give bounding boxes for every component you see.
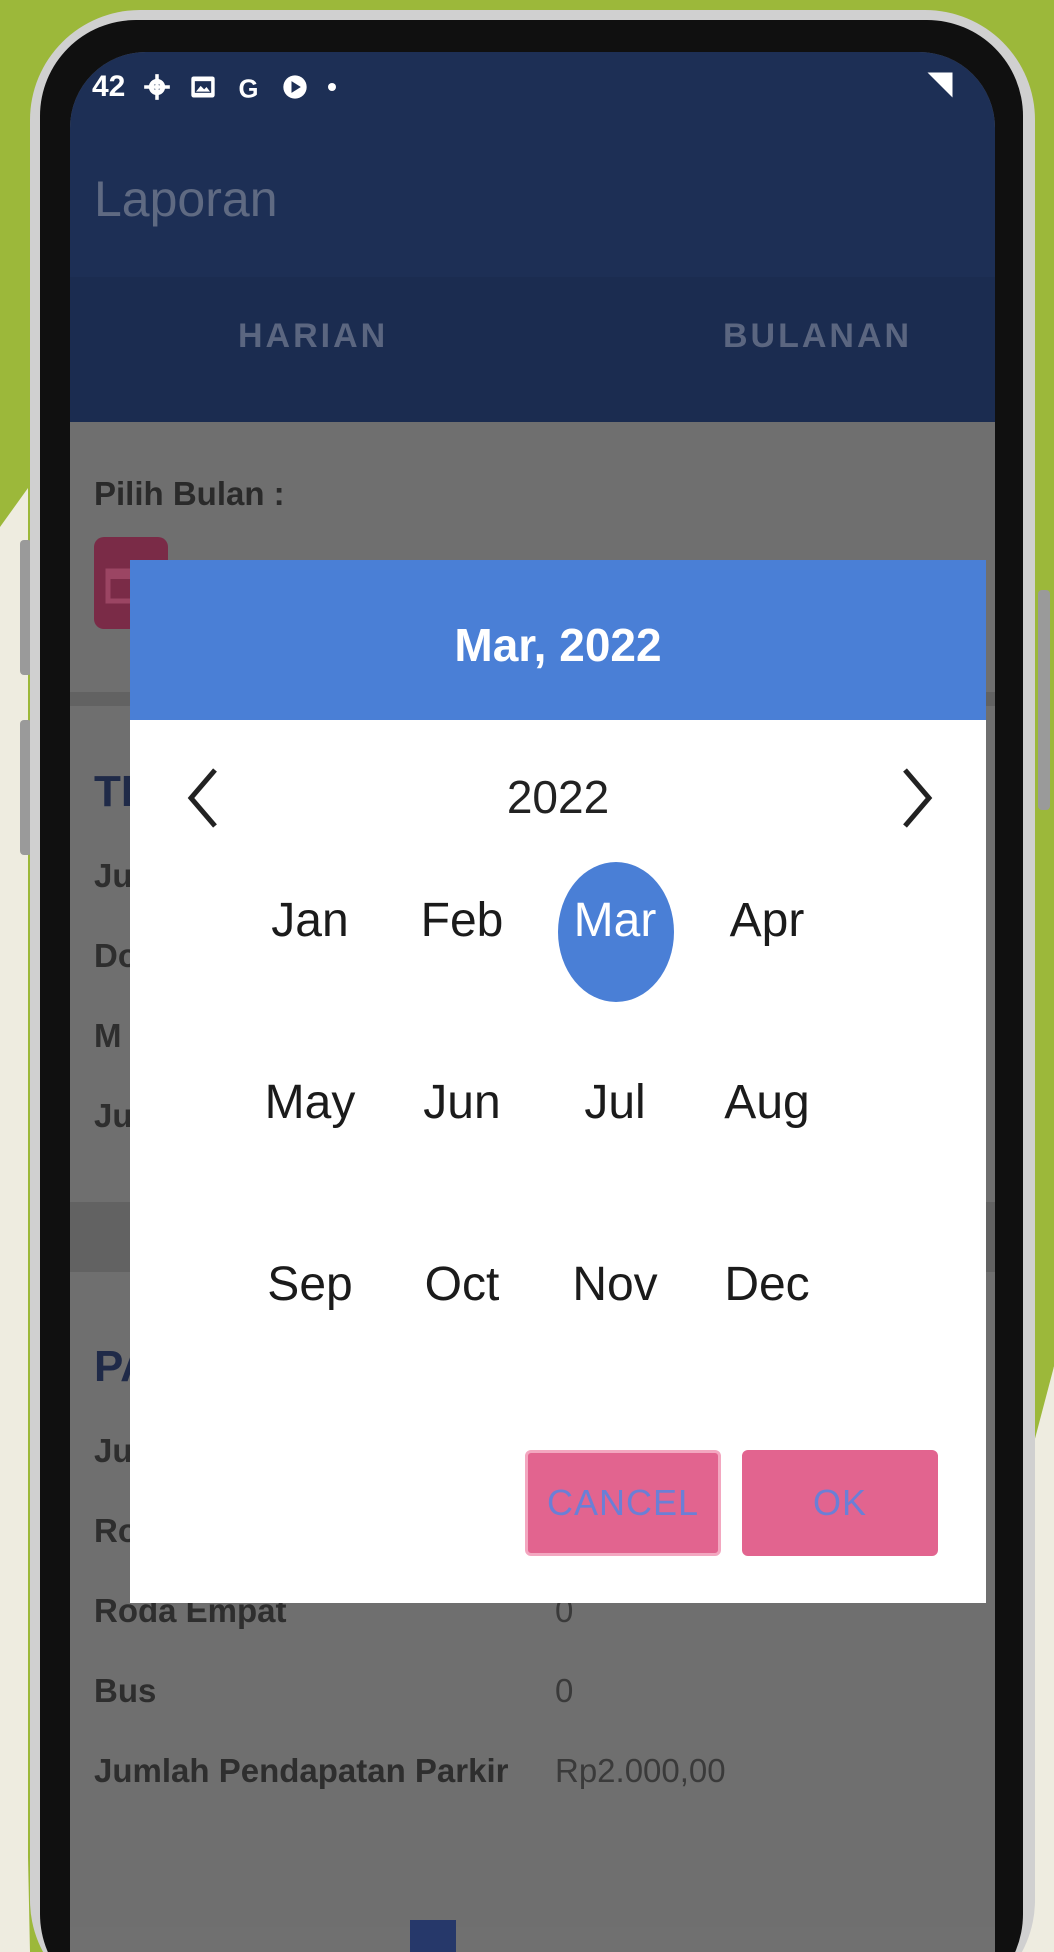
month-oct-label: Oct bbox=[424, 1257, 500, 1311]
month-dec-label: Dec bbox=[724, 1257, 810, 1311]
next-year-chevron-right-icon[interactable] bbox=[885, 758, 945, 838]
month-nov-label: Nov bbox=[572, 1257, 658, 1311]
month-mar-selected[interactable]: Mar bbox=[555, 850, 675, 1002]
tab-bar: HARIAN BULANAN bbox=[70, 277, 995, 422]
month-mar-label: Mar bbox=[573, 893, 657, 947]
svg-text:G: G bbox=[239, 76, 259, 102]
cancel-button[interactable]: CANCEL bbox=[525, 1450, 721, 1556]
ok-button[interactable]: OK bbox=[742, 1450, 938, 1556]
dialog-selected-date: Mar, 2022 bbox=[454, 619, 662, 671]
month-oct[interactable]: Oct bbox=[402, 1214, 522, 1354]
section1-heading: TI bbox=[94, 767, 134, 816]
month-filter-label: Pilih Bulan : bbox=[94, 475, 285, 512]
month-apr-label: Apr bbox=[729, 893, 805, 947]
month-may-label: May bbox=[264, 1075, 356, 1129]
month-sep-label: Sep bbox=[267, 1257, 353, 1311]
year-label: 2022 bbox=[506, 771, 610, 823]
tab-harian[interactable]: HARIAN bbox=[238, 317, 388, 356]
year-navigator: 2022 bbox=[130, 720, 986, 850]
settings-gear-icon bbox=[144, 74, 171, 100]
month-aug-label: Aug bbox=[724, 1075, 810, 1129]
gallery-icon bbox=[191, 76, 216, 98]
month-nov[interactable]: Nov bbox=[555, 1214, 675, 1354]
signal-icon bbox=[927, 72, 953, 98]
dialog-header: Mar, 2022 bbox=[130, 560, 986, 720]
month-jul[interactable]: Jul bbox=[555, 1032, 675, 1172]
month-jun[interactable]: Jun bbox=[402, 1032, 522, 1172]
notification-dot-icon bbox=[328, 83, 337, 91]
section2-row-5-label: Jumlah Pendapatan Parkir bbox=[94, 1752, 509, 1789]
month-apr[interactable]: Apr bbox=[707, 850, 827, 990]
app-bar: 42 G Laporan HARIAN BULANAN bbox=[70, 52, 995, 422]
month-feb[interactable]: Feb bbox=[402, 850, 522, 990]
tab-bulanan[interactable]: BULANAN bbox=[723, 317, 912, 356]
play-store-icon bbox=[283, 75, 308, 99]
section2-row-4-label: Bus bbox=[94, 1672, 157, 1709]
status-time: 42 bbox=[92, 70, 126, 103]
month-may[interactable]: May bbox=[250, 1032, 370, 1172]
month-dec[interactable]: Dec bbox=[707, 1214, 827, 1354]
section2-row-5-value: Rp2.000,00 bbox=[555, 1752, 726, 1789]
section1-row-4: Ju bbox=[94, 1097, 133, 1134]
section2-row-1-label: Ju bbox=[94, 1432, 133, 1469]
bottom-nav bbox=[70, 1927, 995, 1952]
status-bar: 42 G bbox=[92, 62, 337, 112]
month-picker-dialog: Mar, 2022 2022 Jan Feb Mar Apr May Jun J… bbox=[130, 560, 986, 1603]
nav-report-icon[interactable] bbox=[410, 1920, 456, 1952]
section1-row-3: M bbox=[94, 1017, 122, 1054]
google-icon: G bbox=[239, 76, 259, 102]
month-jan[interactable]: Jan bbox=[250, 850, 370, 990]
section1-row-1: Ju bbox=[94, 857, 133, 894]
month-jul-label: Jul bbox=[584, 1075, 646, 1129]
month-sep[interactable]: Sep bbox=[250, 1214, 370, 1354]
month-feb-label: Feb bbox=[420, 893, 504, 947]
month-aug[interactable]: Aug bbox=[707, 1032, 827, 1172]
power-key bbox=[1038, 590, 1050, 810]
month-jun-label: Jun bbox=[423, 1075, 501, 1129]
month-jan-label: Jan bbox=[271, 893, 349, 947]
page-title: Laporan bbox=[94, 171, 278, 227]
section2-row-4-value: 0 bbox=[555, 1672, 574, 1709]
